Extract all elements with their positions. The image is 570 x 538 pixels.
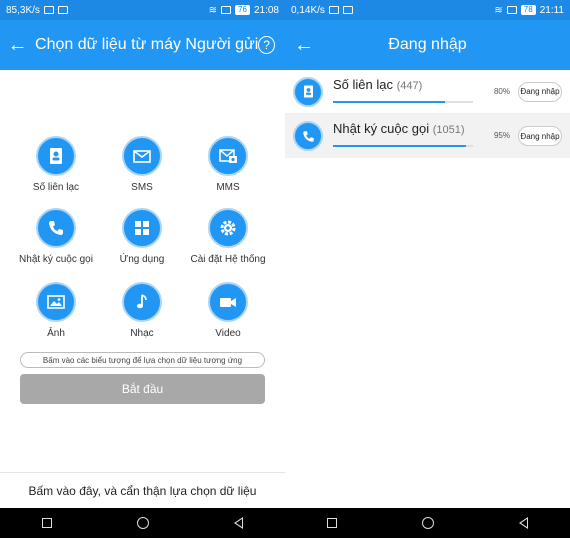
mms-icon xyxy=(208,136,248,176)
home-icon[interactable] xyxy=(421,517,434,529)
item-music[interactable]: Nhạc xyxy=(97,282,187,339)
clock: 21:11 xyxy=(539,4,564,16)
photo-icon xyxy=(36,282,76,322)
item-sms[interactable]: SMS xyxy=(97,136,187,193)
row-name: Số liên lạc xyxy=(333,76,393,92)
progress-bar xyxy=(333,100,473,103)
gallery-notification-icon xyxy=(43,6,54,14)
bottom-tip[interactable]: Bấm vào đây, và cẩn thận lựa chọn dữ liệ… xyxy=(0,472,285,508)
system-nav-bar xyxy=(0,508,285,538)
progress-percent: 80% xyxy=(493,86,510,96)
battery-level: 76 xyxy=(235,5,250,15)
back-arrow-icon[interactable]: ← xyxy=(0,34,35,57)
sim-icon xyxy=(506,6,517,14)
item-label: MMS xyxy=(216,182,240,193)
row-count: (447) xyxy=(396,79,423,92)
call-log-icon xyxy=(293,121,323,151)
clock: 21:08 xyxy=(253,4,279,16)
row-count: (1051) xyxy=(432,124,465,136)
progress-bar xyxy=(333,145,473,147)
nav-back-icon[interactable] xyxy=(518,517,528,529)
video-icon xyxy=(208,282,248,322)
contacts-icon xyxy=(36,136,76,176)
sim-icon xyxy=(221,6,232,14)
system-nav-bar xyxy=(285,508,570,538)
item-label: Số liên lạc xyxy=(32,182,80,193)
wifi-icon: ≋ xyxy=(494,4,503,16)
right-screen: 0,14K/s ≋ 78 21:11 ← Đang nhập Số liên l… xyxy=(285,0,570,538)
progress-percent: 95% xyxy=(493,131,510,140)
app-bar: ← Chọn dữ liệu từ máy Người gửi ? xyxy=(0,20,285,70)
nav-back-icon[interactable] xyxy=(233,517,243,529)
sms-icon xyxy=(122,136,162,176)
status-bar: 0,14K/s ≋ 78 21:11 xyxy=(285,0,570,20)
left-screen: 85,3K/s ≋ 76 21:08 ← Chọn dữ liệu từ máy… xyxy=(0,0,285,538)
home-icon[interactable] xyxy=(136,517,149,529)
row-main: Nhật ký cuộc gọi (1051) 95% xyxy=(333,121,518,151)
network-speed: 0,14K/s xyxy=(291,4,325,16)
item-label: Ứng dụng xyxy=(119,254,165,265)
call-log-icon xyxy=(36,208,76,248)
item-call-log[interactable]: Nhật ký cuộc gọi xyxy=(11,208,101,265)
item-photos[interactable]: Ảnh xyxy=(11,282,101,339)
gallery-notification-icon xyxy=(328,6,339,14)
progress-fill xyxy=(333,100,445,103)
row-title: Nhật ký cuộc gọi (1051) xyxy=(333,121,518,136)
item-label: Nhật ký cuộc gọi xyxy=(19,254,93,265)
item-label: Ảnh xyxy=(47,328,65,339)
item-apps[interactable]: Ứng dụng xyxy=(97,208,187,265)
page-title: Đang nhập xyxy=(388,36,467,53)
item-contacts[interactable]: Số liên lạc xyxy=(11,136,101,193)
importing-button[interactable]: Đang nhập xyxy=(518,81,562,102)
item-system-settings[interactable]: Cài đặt Hệ thống xyxy=(183,208,273,265)
mail-notification-icon xyxy=(57,6,68,14)
item-label: Video xyxy=(215,328,241,339)
row-name: Nhật ký cuộc gọi xyxy=(333,121,430,136)
row-main: Số liên lạc (447) 80% xyxy=(333,77,518,107)
item-video[interactable]: Video xyxy=(183,282,273,339)
apps-icon xyxy=(122,208,162,248)
recent-apps-icon[interactable] xyxy=(42,518,53,528)
music-icon xyxy=(122,282,162,322)
app-bar: ← Đang nhập xyxy=(285,20,570,70)
settings-icon xyxy=(208,208,248,248)
selection-hint: Bấm vào các biểu tượng để lựa chọn dữ li… xyxy=(20,352,265,368)
battery-level: 78 xyxy=(520,5,536,15)
progress-fill xyxy=(333,145,466,147)
importing-button[interactable]: Đang nhập xyxy=(518,126,562,146)
back-arrow-icon[interactable]: ← xyxy=(285,34,323,57)
help-button[interactable]: ? xyxy=(258,36,275,54)
contacts-icon xyxy=(293,76,323,107)
item-label: Nhạc xyxy=(130,328,154,339)
page-title: Chọn dữ liệu từ máy Người gửi xyxy=(35,36,259,53)
import-row-call-log: Nhật ký cuộc gọi (1051) 95% Đang nhập xyxy=(285,114,570,158)
start-button[interactable]: Bắt đầu xyxy=(20,374,265,404)
item-label: Cài đặt Hệ thống xyxy=(190,254,266,265)
status-bar: 85,3K/s ≋ 76 21:08 xyxy=(0,0,285,20)
recent-apps-icon[interactable] xyxy=(327,518,338,528)
network-speed: 85,3K/s xyxy=(6,4,40,16)
item-label: SMS xyxy=(131,182,153,193)
mail-notification-icon xyxy=(342,6,353,14)
item-mms[interactable]: MMS xyxy=(183,136,273,193)
row-title: Số liên lạc (447) xyxy=(333,77,518,92)
import-row-contacts: Số liên lạc (447) 80% Đang nhập xyxy=(285,70,570,114)
wifi-icon: ≋ xyxy=(208,4,218,16)
